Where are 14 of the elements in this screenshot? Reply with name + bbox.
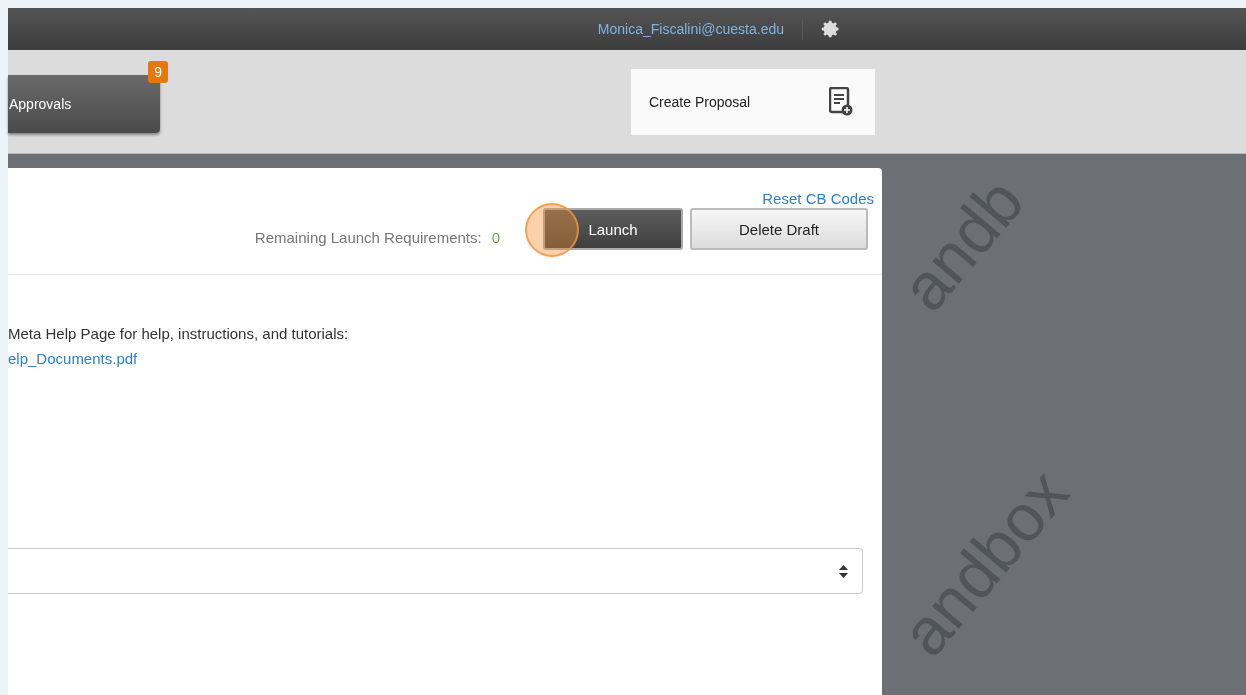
user-email-link[interactable]: Monica_Fiscalini@cuesta.edu xyxy=(597,21,784,37)
select-field[interactable] xyxy=(8,548,863,594)
document-plus-icon xyxy=(829,86,853,117)
delete-draft-button[interactable]: Delete Draft xyxy=(690,208,868,250)
settings-icon[interactable] xyxy=(821,19,841,39)
launch-button[interactable]: Launch xyxy=(543,208,683,250)
help-text: Meta Help Page for help, instructions, and tutorials: xyxy=(8,325,350,342)
requirements-count: 0 xyxy=(491,228,500,246)
requirements-label: Remaining Launch Requirements: xyxy=(254,228,482,246)
reset-codes-link[interactable]: Reset CB Codes xyxy=(762,190,874,207)
help-document-link[interactable]: elp_Documents.pdf xyxy=(8,350,882,367)
count-badge: 9 xyxy=(148,60,168,83)
sort-arrows-icon xyxy=(839,564,848,578)
create-proposal-button[interactable]: Create Proposal xyxy=(631,68,875,135)
